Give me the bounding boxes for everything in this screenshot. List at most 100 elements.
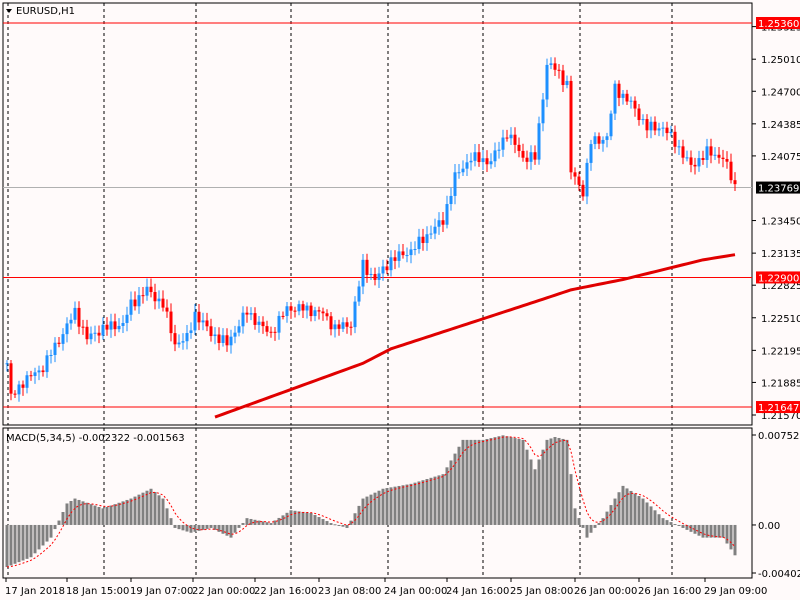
candle-body (257, 321, 261, 325)
macd-bar (669, 522, 673, 525)
candle-body (77, 307, 81, 327)
macd-bar (101, 508, 105, 525)
time-tick-label: 22 Jan 16:00 (254, 586, 317, 597)
macd-bar (457, 446, 461, 525)
candle-body (525, 157, 529, 162)
candle-body (493, 150, 497, 162)
candle-body (277, 315, 281, 333)
candle-body (429, 233, 433, 235)
macd-bar (21, 524, 25, 561)
candle-body (373, 273, 377, 280)
candle-body (313, 310, 317, 317)
candle-body (413, 249, 417, 251)
candle-body (293, 310, 297, 312)
macd-bar (477, 439, 481, 525)
macd-bar (389, 487, 393, 525)
macd-bar (61, 511, 65, 525)
macd-bar (93, 505, 97, 525)
candle-body (713, 154, 717, 156)
candle-body (453, 172, 457, 196)
candle-body (173, 333, 177, 345)
macd-bar (277, 517, 281, 525)
candle-body (113, 321, 117, 330)
macd-bar (421, 480, 425, 525)
macd-bar (541, 449, 545, 525)
macd-bar (621, 485, 625, 525)
candle-body (269, 331, 273, 333)
macd-bar (205, 524, 209, 529)
price-tick-label: 1.21885 (761, 378, 800, 389)
macd-bar (229, 524, 233, 538)
candle-body (185, 333, 189, 342)
macd-bar (649, 506, 653, 525)
candle-body (433, 226, 437, 234)
candle-body (637, 108, 641, 121)
macd-bar (265, 522, 269, 525)
candle-body (357, 286, 361, 302)
candle-body (557, 69, 561, 71)
candle-body (297, 304, 301, 312)
macd-bar (301, 511, 305, 525)
macd-bar (161, 498, 165, 525)
candle-body (309, 305, 313, 317)
candle-body (569, 80, 573, 173)
candle-body (189, 330, 193, 334)
macd-bar (313, 515, 317, 525)
candle-body (437, 220, 441, 227)
candle-body (333, 324, 337, 330)
macd-bar (309, 513, 313, 525)
candle-body (249, 313, 253, 315)
candle-body (125, 314, 129, 323)
candle-body (229, 336, 233, 346)
macd-bar (153, 492, 157, 525)
macd-bar (237, 524, 241, 528)
candle-body (137, 295, 141, 307)
macd-bar (417, 481, 421, 525)
candle-body (573, 172, 577, 177)
macd-tick-label: 0.00 (758, 521, 780, 532)
main-panel-frame (2, 2, 753, 426)
dropdown-triangle-icon[interactable] (6, 9, 12, 13)
macd-bar (225, 524, 229, 536)
candle-body (389, 257, 393, 271)
macd-bar (653, 510, 657, 525)
macd-bar (117, 502, 121, 525)
macd-bar (441, 474, 445, 525)
candle-body (537, 123, 541, 160)
candle-body (561, 70, 565, 86)
candle-body (633, 100, 637, 109)
candle-body (57, 342, 61, 344)
candle-body (17, 384, 21, 395)
macd-bar (325, 521, 329, 525)
macd-bar (533, 469, 537, 525)
candle-body (205, 320, 209, 327)
macd-bar (557, 437, 561, 525)
macd-bar (689, 524, 693, 532)
macd-bar (89, 504, 93, 525)
macd-bar (5, 524, 9, 568)
candle-body (253, 313, 257, 325)
candle-body (301, 304, 305, 311)
candle-body (533, 152, 537, 160)
candle-body (733, 180, 737, 185)
candle-body (677, 146, 681, 148)
candle-body (101, 324, 105, 336)
candle-body (237, 326, 241, 333)
candle-body (289, 306, 293, 311)
macd-bar (497, 436, 501, 525)
macd-bar (145, 490, 149, 525)
macd-bar (25, 524, 29, 559)
time-tick-label: 24 Jan 16:00 (446, 586, 509, 597)
macd-bar (245, 518, 249, 525)
candle-body (717, 154, 721, 158)
candle-body (401, 251, 405, 256)
price-chart[interactable]: 1.253251.250101.247001.243851.240751.234… (0, 0, 800, 600)
macd-bar (721, 524, 725, 538)
macd-bar (113, 504, 117, 525)
candle-body (169, 311, 173, 334)
candle-body (709, 146, 713, 156)
candle-body (705, 146, 709, 160)
macd-bar (377, 490, 381, 525)
candle-body (693, 164, 697, 167)
macd-bar (105, 506, 109, 525)
